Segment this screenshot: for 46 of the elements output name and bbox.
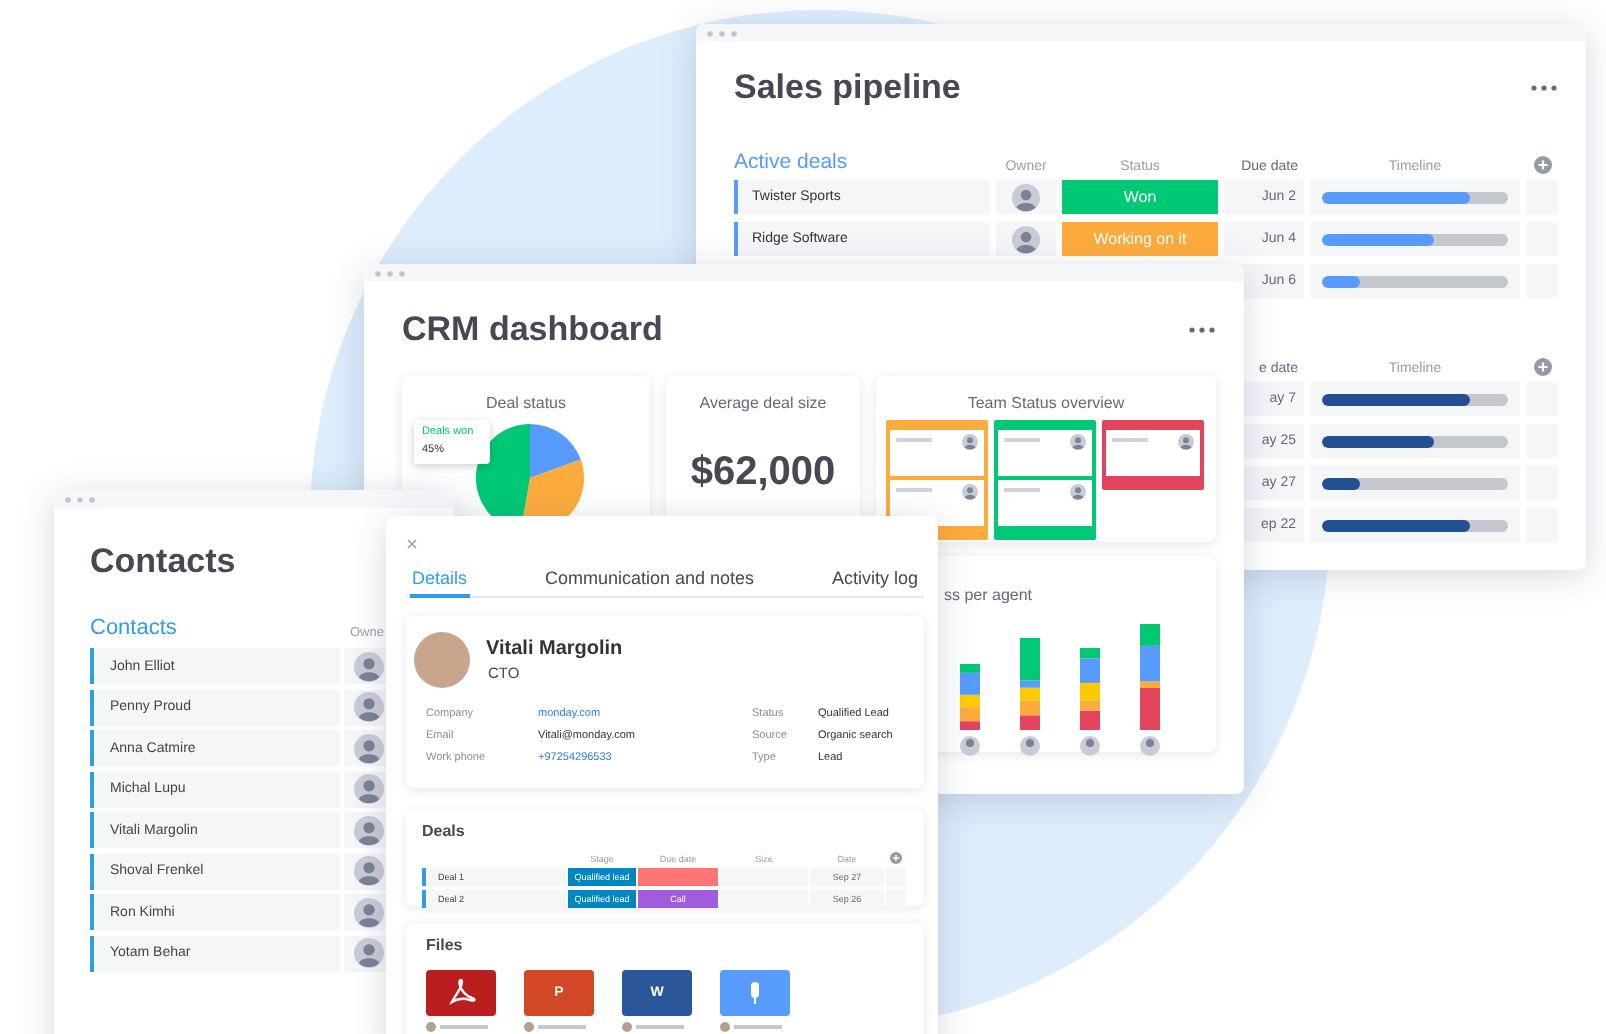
add-column-icon[interactable]	[1533, 156, 1551, 174]
tab[interactable]: Communication and notes	[542, 568, 757, 598]
section-title: Files	[426, 936, 465, 954]
card-title: ss per agent	[942, 586, 1033, 604]
avatar-icon	[1070, 434, 1086, 450]
avatar-icon	[354, 692, 384, 722]
tab[interactable]: Activity log	[829, 568, 920, 598]
avatar-icon	[354, 774, 384, 804]
group-title: Contacts	[90, 616, 179, 640]
avatar-icon	[354, 733, 384, 763]
avatar-icon	[354, 897, 384, 927]
page-title: Sales pipeline	[734, 68, 961, 108]
table-cell	[720, 868, 808, 886]
add-column-icon[interactable]	[1533, 358, 1551, 376]
more-icon[interactable]	[1530, 84, 1558, 92]
pdf-file-icon[interactable]	[426, 970, 496, 1016]
tab[interactable]: Details	[410, 568, 470, 598]
close-icon[interactable]	[406, 538, 418, 550]
photo-placeholder	[414, 632, 470, 688]
status-label: Won	[1062, 180, 1218, 214]
metric-value: $62,000	[688, 450, 838, 496]
add-column-icon[interactable]	[890, 852, 902, 864]
card-title: Average deal size	[697, 394, 829, 412]
avatar-icon	[1012, 225, 1040, 253]
avatar-icon	[1178, 434, 1194, 450]
avatar-icon	[354, 938, 384, 968]
avatar-icon	[962, 484, 978, 500]
status-label: Working on it	[1062, 222, 1218, 256]
avatar-icon	[354, 815, 384, 845]
microphone-file-icon[interactable]	[720, 970, 790, 1016]
page-title: CRM dashboard	[402, 310, 663, 350]
avatar-icon	[1070, 484, 1086, 500]
avatar-icon	[354, 651, 384, 681]
page-title: Contacts	[90, 542, 236, 580]
avatar-icon	[962, 434, 978, 450]
card-title: Team Status overview	[965, 394, 1127, 412]
group-title: Active deals	[734, 150, 850, 174]
more-icon[interactable]	[1188, 326, 1216, 334]
card-title: Deal status	[483, 394, 569, 412]
window-controls-icon	[706, 29, 738, 37]
window-controls-icon	[64, 495, 96, 503]
section-title: Deals	[422, 822, 467, 840]
avatar-icon	[354, 856, 384, 886]
window-controls-icon	[374, 269, 406, 277]
avatar-icon	[1012, 183, 1040, 211]
contact-name: Vitali Margolin	[486, 638, 623, 660]
